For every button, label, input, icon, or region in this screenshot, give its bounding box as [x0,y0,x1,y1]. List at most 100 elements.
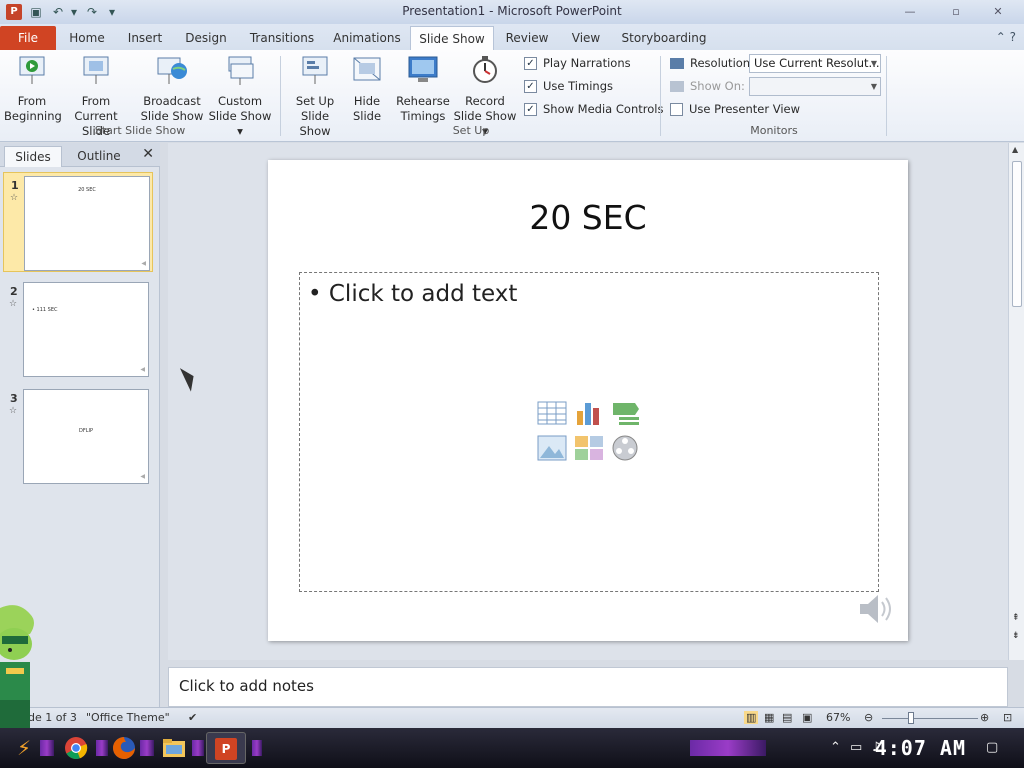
folder-icon [163,739,185,757]
reading-view-icon[interactable]: ▤ [782,711,792,724]
slide-preview: • 111 SEC ◀ [23,282,149,377]
notes-pane[interactable]: Click to add notes [168,667,1008,707]
rehearse-timings-button[interactable]: Rehearse Timings [394,54,452,124]
show-on-dropdown[interactable]: ▼ [749,77,881,96]
checkmark-icon: ✓ [524,79,537,93]
help-icon[interactable]: ⌃ ? [996,30,1016,44]
zoom-level[interactable]: 67% [826,711,850,724]
tab-design[interactable]: Design [182,26,230,50]
tab-file[interactable]: File [0,26,56,50]
content-placeholder[interactable]: • Click to add text [299,272,879,592]
use-timings-checkbox[interactable]: ✓ Use Timings [524,79,613,93]
slide-show-view-icon[interactable]: ▣ [802,711,812,724]
checkmark-icon: ✓ [524,102,537,116]
hide-slide-button[interactable]: Hide Slide [346,54,388,124]
firefox-icon[interactable] [106,732,142,764]
slide-thumbnail-2[interactable]: 2 ☆ • 111 SEC ◀ [3,279,153,379]
next-slide-icon[interactable]: ⇟ [1012,631,1020,641]
resolution-dropdown[interactable]: Use Current Resolut... ▼ [749,54,881,73]
theme-name[interactable]: "Office Theme" [86,711,170,724]
slide-sorter-icon[interactable]: ▦ [764,711,774,724]
projector-play-icon [19,56,45,84]
slide-preview: 20 SEC ◀ [24,176,150,271]
insert-chart-icon[interactable] [574,399,604,427]
chrome-logo-icon [65,737,88,759]
play-narrations-checkbox[interactable]: ✓ Play Narrations [524,56,631,70]
monitor-icon [670,80,684,92]
powerpoint-taskbar-icon[interactable]: P [206,732,246,764]
broadcast-slide-show-button[interactable]: Broadcast Slide Show [140,54,204,124]
previous-slide-icon[interactable]: ⇞ [1012,613,1020,623]
monitors-group-label: Monitors [750,124,798,137]
insert-media-icon[interactable] [611,434,641,462]
tab-animations[interactable]: Animations [332,26,402,50]
normal-view-icon[interactable]: ▥ [744,711,759,724]
tab-outline[interactable]: Outline [66,146,132,167]
chrome-icon[interactable] [58,732,94,764]
insert-picture-icon[interactable] [537,434,567,462]
zoom-slider-thumb[interactable] [908,712,914,724]
zoom-out-icon[interactable]: ⊖ [864,711,873,724]
zoom-slider-track[interactable] [882,718,978,719]
from-beginning-label-1: From [17,94,47,108]
vertical-scrollbar[interactable]: ▲ ⇞ ⇟ [1008,143,1024,660]
close-button[interactable]: ✕ [978,3,1018,21]
slide-thumbnail-1[interactable]: 1 ☆ 20 SEC ◀ [3,172,153,272]
speaker-icon: ◀ [140,366,145,373]
tab-view[interactable]: View [566,26,606,50]
start-button-icon[interactable]: ⚡ [6,732,42,764]
tab-slides[interactable]: Slides [4,146,62,167]
start-slide-show-group-label: Start Slide Show [94,124,186,137]
slide-editor: 20 SEC • Click to add text [168,143,1008,660]
tray-up-arrow-icon[interactable]: ⌃ [830,740,841,755]
bullet-text[interactable]: • Click to add text [308,281,517,307]
tab-home[interactable]: Home [66,26,108,50]
scroll-up-icon[interactable]: ▲ [1012,145,1018,154]
spell-check-icon[interactable]: ✔ [188,711,197,724]
window-title: Presentation1 - Microsoft PowerPoint [402,4,622,18]
notification-icon[interactable]: ▢ [986,740,998,755]
ribbon-tabs: File Home Insert Design Transitions Anim… [0,24,1024,50]
insert-clip-art-icon[interactable] [574,434,604,462]
zoom-in-icon[interactable]: ⊕ [980,711,989,724]
taskbar-decoration [192,740,204,756]
minimize-button[interactable]: — [890,3,930,21]
insert-table-icon[interactable] [537,399,567,427]
thumb-title: DFLIP [78,428,93,434]
maximize-button[interactable]: ▫ [936,3,976,21]
show-on-label-row: Show On: [670,79,745,93]
network-icon[interactable]: ▭ [850,740,862,755]
tab-slide-show[interactable]: Slide Show [410,26,494,50]
chevron-down-icon: ▼ [870,82,877,91]
slide-title[interactable]: 20 SEC [268,198,908,237]
set-up-label-1: Set Up [295,94,335,108]
presenter-view-checkbox[interactable]: Use Presenter View [670,102,800,116]
tab-review[interactable]: Review [504,26,550,50]
scroll-thumb[interactable] [1012,161,1022,307]
slide-thumbnail-3[interactable]: 3 ☆ DFLIP ◀ [3,386,153,486]
hide-slide-icon [353,57,381,81]
fit-to-window-icon[interactable]: ⊡ [1003,711,1012,724]
notes-placeholder[interactable]: Click to add notes [179,677,314,695]
tab-transitions[interactable]: Transitions [246,26,318,50]
from-beginning-label-2: Beginning [4,109,62,123]
slide-preview: DFLIP ◀ [23,389,149,484]
insert-smartart-icon[interactable] [611,399,641,427]
pane-tabs: Slides Outline ✕ [0,143,160,167]
group-separator [660,56,661,136]
taskbar-decoration [252,740,262,756]
show-media-controls-label: Show Media Controls [543,102,664,116]
show-media-controls-checkbox[interactable]: ✓ Show Media Controls [524,102,663,116]
tab-insert[interactable]: Insert [122,26,168,50]
hide-label-1: Hide [353,94,381,108]
presenter-view-label: Use Presenter View [689,102,801,116]
audio-speaker-icon[interactable] [856,591,896,627]
clock-time[interactable]: 4:07 AM [875,736,966,760]
current-slide[interactable]: 20 SEC • Click to add text [268,160,908,641]
animation-star-icon: ☆ [10,193,19,203]
from-beginning-button[interactable]: From Beginning [4,54,62,124]
checkmark-icon: ✓ [524,56,537,70]
file-explorer-icon[interactable] [156,732,192,764]
close-pane-icon[interactable]: ✕ [142,146,154,162]
tab-storyboarding[interactable]: Storyboarding [620,26,708,50]
